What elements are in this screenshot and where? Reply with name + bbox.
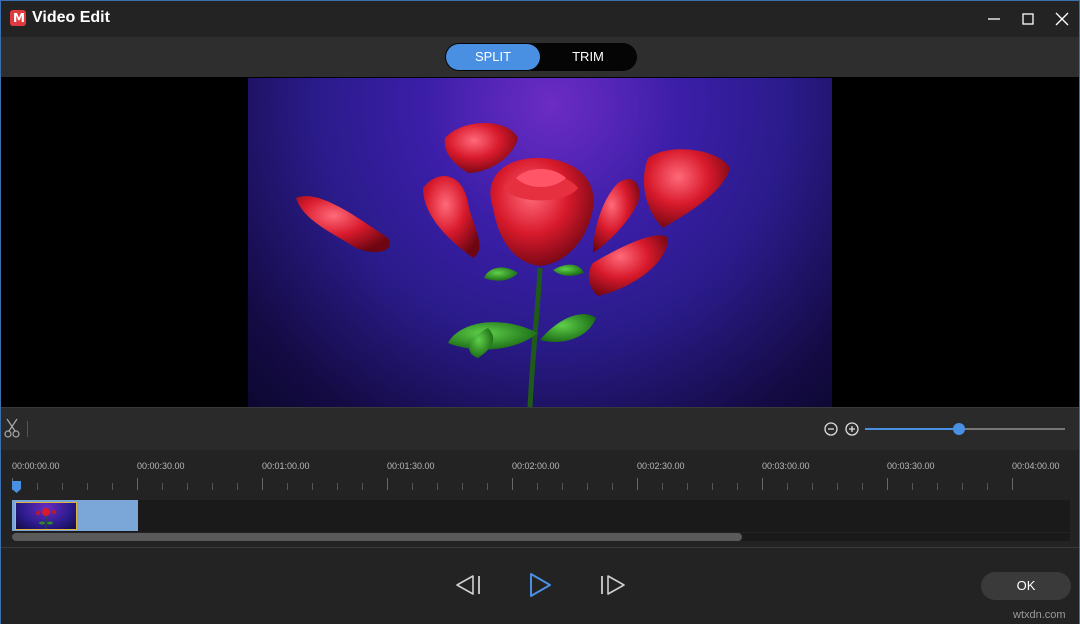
app-logo-icon: M (10, 10, 26, 26)
minimize-button[interactable] (976, 1, 1012, 37)
time-label: 00:01:00.00 (262, 461, 310, 471)
split-scissors-button[interactable] (4, 418, 20, 443)
watermark: wtxdn.com (1013, 609, 1066, 621)
minor-tick (87, 483, 88, 490)
time-label: 00:00:30.00 (137, 461, 185, 471)
major-tick (512, 478, 513, 490)
minor-tick (112, 483, 113, 490)
timeline-scrollbar-thumb[interactable] (12, 533, 742, 541)
rose-video-image (248, 78, 832, 407)
clip-thumbnail (15, 502, 77, 530)
minor-tick (862, 483, 863, 490)
minor-tick (412, 483, 413, 490)
minor-tick (487, 483, 488, 490)
major-tick (262, 478, 263, 490)
minor-tick (62, 483, 63, 490)
zoom-out-icon (824, 422, 838, 436)
mode-bar: SPLIT TRIM (1, 37, 1079, 77)
scissors-icon (4, 418, 20, 438)
ok-button[interactable]: OK (981, 572, 1071, 600)
play-icon (527, 572, 553, 598)
play-button[interactable] (527, 572, 553, 603)
zoom-slider-thumb[interactable] (953, 423, 965, 435)
previous-frame-button[interactable] (454, 573, 482, 602)
video-edit-window: M Video Edit SPLIT TRIM (0, 0, 1080, 624)
major-tick (1012, 478, 1013, 490)
timeline-scrollbar[interactable] (12, 533, 1070, 541)
video-track (12, 500, 1070, 532)
playhead[interactable] (12, 480, 21, 492)
playhead-marker-icon (12, 481, 21, 493)
close-icon (1055, 12, 1069, 26)
zoom-slider[interactable] (865, 428, 1065, 430)
minor-tick (837, 483, 838, 490)
minor-tick (712, 483, 713, 490)
zoom-slider-fill (865, 428, 959, 430)
mode-toggle: SPLIT TRIM (445, 43, 637, 71)
minor-tick (612, 483, 613, 490)
minor-tick (587, 483, 588, 490)
tab-split[interactable]: SPLIT (446, 44, 540, 70)
minor-tick (912, 483, 913, 490)
minor-tick (212, 483, 213, 490)
minor-tick (937, 483, 938, 490)
minor-tick (787, 483, 788, 490)
time-label: 00:00:00.00 (12, 461, 60, 471)
video-frame (248, 78, 832, 407)
minor-tick (362, 483, 363, 490)
minimize-icon (987, 12, 1001, 26)
major-tick (887, 478, 888, 490)
maximize-icon (1021, 12, 1035, 26)
zoom-out-button[interactable] (824, 422, 838, 441)
time-label: 00:01:30.00 (387, 461, 435, 471)
minor-tick (337, 483, 338, 490)
minor-tick (187, 483, 188, 490)
minor-tick (812, 483, 813, 490)
minor-tick (662, 483, 663, 490)
zoom-in-button[interactable] (845, 422, 859, 441)
window-title: Video Edit (32, 9, 110, 27)
minor-tick (287, 483, 288, 490)
step-forward-icon (599, 573, 627, 597)
video-clip[interactable] (12, 500, 138, 531)
major-tick (137, 478, 138, 490)
tab-trim[interactable]: TRIM (541, 44, 635, 70)
time-label: 00:03:00.00 (762, 461, 810, 471)
time-label: 00:04:00.00 (1012, 461, 1060, 471)
next-frame-button[interactable] (599, 573, 627, 602)
toolbar-divider (27, 421, 28, 437)
minor-tick (687, 483, 688, 490)
step-backward-icon (454, 573, 482, 597)
app-logo-glyph: M (13, 11, 25, 25)
time-label: 00:03:30.00 (887, 461, 935, 471)
zoom-in-icon (845, 422, 859, 436)
major-tick (387, 478, 388, 490)
maximize-button[interactable] (1010, 1, 1046, 37)
major-tick (762, 478, 763, 490)
playback-controls: OK wtxdn.com (1, 547, 1079, 624)
minor-tick (437, 483, 438, 490)
tools-bar (1, 407, 1079, 451)
major-tick (637, 478, 638, 490)
title-bar: M Video Edit (1, 1, 1079, 37)
minor-tick (37, 483, 38, 490)
video-preview (1, 77, 1079, 407)
time-label: 00:02:30.00 (637, 461, 685, 471)
minor-tick (312, 483, 313, 490)
minor-tick (562, 483, 563, 490)
minor-tick (162, 483, 163, 490)
minor-tick (962, 483, 963, 490)
minor-tick (987, 483, 988, 490)
minor-tick (537, 483, 538, 490)
timeline[interactable]: 00:00:00.00 00:00:30.00 00:01:00.00 00:01:3… (1, 450, 1079, 546)
minor-tick (737, 483, 738, 490)
minor-tick (462, 483, 463, 490)
time-label: 00:02:00.00 (512, 461, 560, 471)
minor-tick (237, 483, 238, 490)
close-button[interactable] (1044, 1, 1080, 37)
clip-thumbnail-image (16, 503, 76, 529)
